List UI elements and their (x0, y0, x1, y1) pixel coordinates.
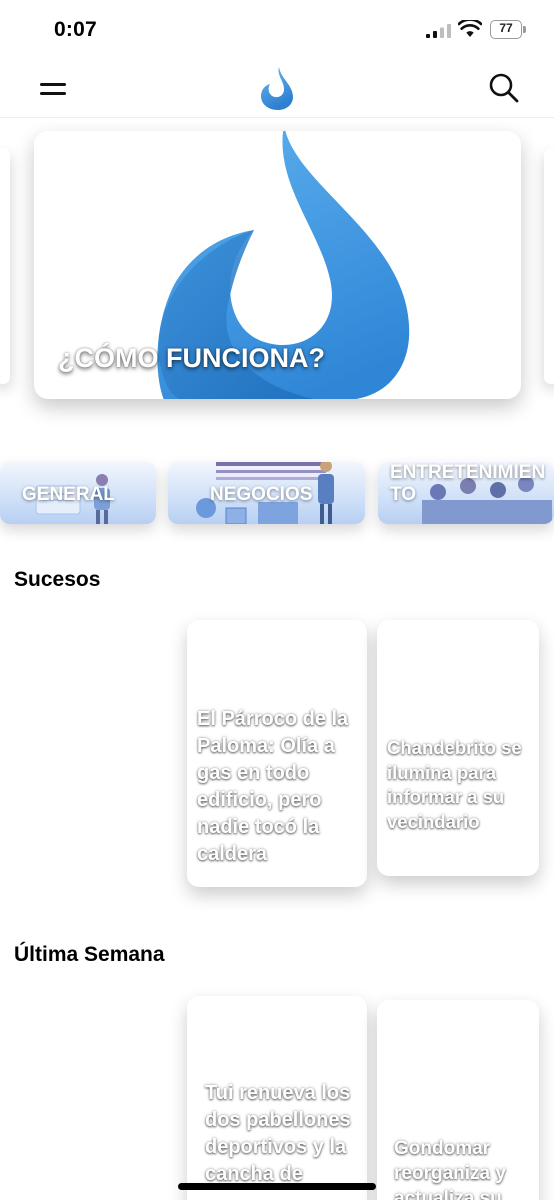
carousel-next-card[interactable] (544, 148, 554, 384)
news-card-title: Gondomar reorganiza y actualiza su (394, 1138, 506, 1200)
category-label: GENERAL (22, 484, 115, 505)
section-title-sucesos: Sucesos (14, 568, 101, 591)
status-time: 0:07 (54, 18, 97, 41)
news-card[interactable]: Tui renueva los dos pabellones deportivo… (187, 996, 367, 1200)
menu-icon[interactable] (40, 80, 68, 98)
app-header (0, 60, 554, 118)
wifi-icon (458, 20, 482, 37)
category-negocios[interactable]: NEGOCIOS (168, 462, 365, 524)
carousel-prev-card[interactable] (0, 148, 10, 384)
hero-card[interactable]: ¿CÓMO FUNCIONA? (34, 131, 521, 399)
news-card[interactable]: Chandebrito se ilumina para informar a s… (377, 620, 539, 876)
news-card-title: Tui renueva los dos pabellones deportivo… (205, 1082, 351, 1185)
news-card[interactable]: El Párroco de la Paloma: Olía a gas en t… (187, 620, 367, 887)
battery-icon: 77 (490, 20, 526, 39)
section-title-ultima-semana: Última Semana (14, 943, 165, 966)
drop-logo-icon (261, 67, 293, 110)
hero-title: ¿CÓMO FUNCIONA? (58, 343, 325, 373)
battery-percent: 77 (499, 21, 513, 35)
category-general[interactable]: GENERAL (0, 462, 156, 524)
home-indicator[interactable] (178, 1183, 376, 1190)
category-entretenimiento[interactable]: ENTRETENIMIENTO (378, 462, 554, 524)
search-icon[interactable] (488, 72, 520, 104)
cellular-signal-icon (426, 24, 451, 38)
news-card-title: Chandebrito se ilumina para informar a s… (387, 737, 522, 832)
category-label: ENTRETENIMIENTO (390, 462, 546, 505)
news-card[interactable]: Gondomar reorganiza y actualiza su (377, 1000, 539, 1200)
status-bar: 0:07 77 (0, 0, 554, 60)
category-label: NEGOCIOS (210, 484, 313, 505)
news-card-title: El Párroco de la Paloma: Olía a gas en t… (197, 708, 349, 865)
